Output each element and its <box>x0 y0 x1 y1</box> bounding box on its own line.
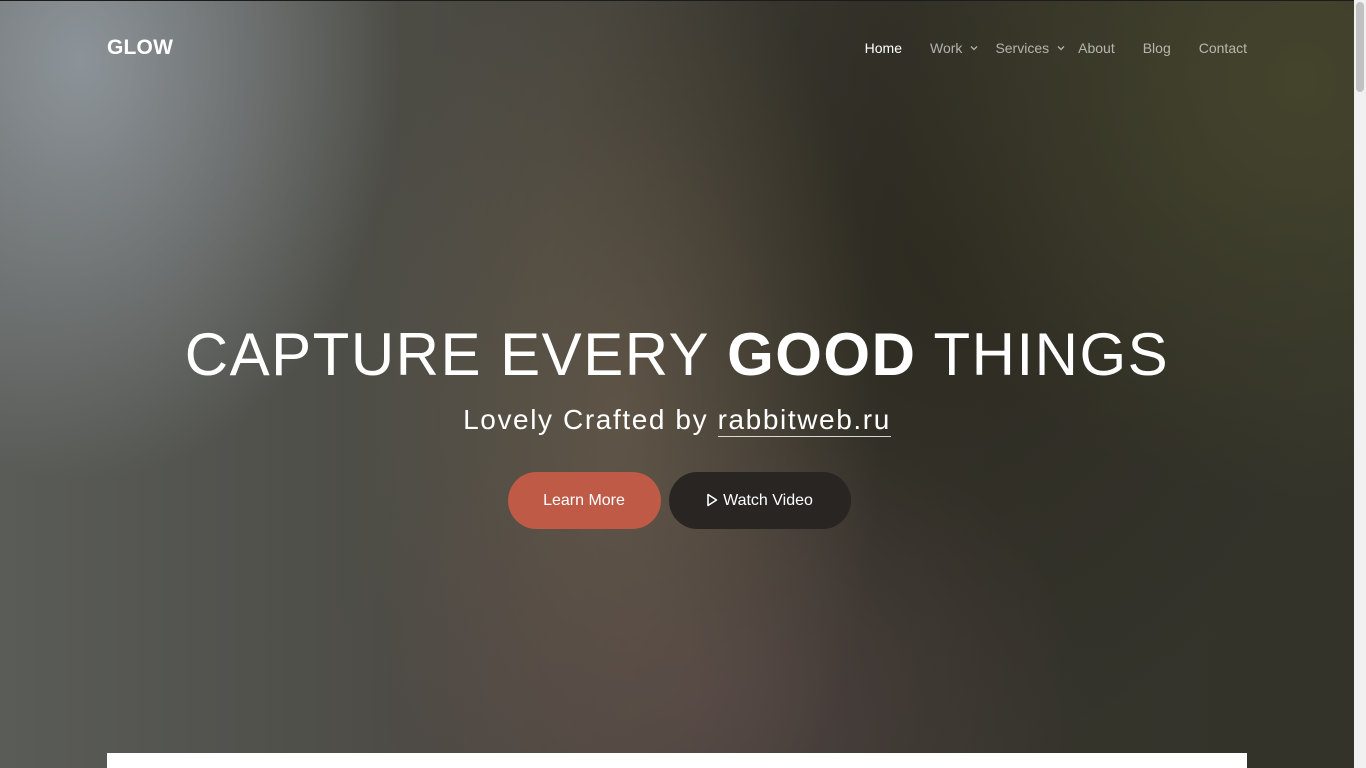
nav-item-label: Work <box>930 40 963 56</box>
button-label: Learn More <box>543 491 625 509</box>
nav-item-blog[interactable]: Blog <box>1143 40 1171 56</box>
nav-item-label: About <box>1078 40 1115 56</box>
site-header: GLOW Home Work Services About Blog Conta… <box>107 28 1247 68</box>
nav-item-about[interactable]: About <box>1078 40 1115 56</box>
top-border <box>0 0 1354 1</box>
nav-item-contact[interactable]: Contact <box>1199 40 1247 56</box>
play-icon <box>707 493 718 506</box>
nav-item-work[interactable]: Work <box>930 40 979 56</box>
headline-bold: GOOD <box>727 321 917 388</box>
scrollbar-thumb[interactable] <box>1356 2 1364 92</box>
headline-part-2: THINGS <box>916 321 1170 388</box>
button-label: Watch Video <box>723 491 813 509</box>
site-logo[interactable]: GLOW <box>107 36 173 60</box>
author-link[interactable]: rabbitweb.ru <box>717 404 891 437</box>
chevron-down-icon <box>970 46 978 51</box>
content-section-top <box>107 753 1247 768</box>
chevron-down-icon <box>1057 46 1065 51</box>
page-scrollbar[interactable] <box>1354 0 1366 768</box>
hero-buttons: Learn More Watch Video <box>0 472 1354 529</box>
nav-item-label: Contact <box>1198 40 1247 56</box>
main-nav: Home Work Services About Blog Contact <box>865 28 1247 68</box>
hero-subline: Lovely Crafted by rabbitweb.ru <box>0 402 1354 438</box>
nav-item-services[interactable]: Services <box>995 40 1066 56</box>
nav-item-label: Services <box>995 40 1050 56</box>
learn-more-button[interactable]: Learn More <box>507 472 661 529</box>
hero-headline: CAPTURE EVERY GOOD THINGS <box>0 322 1354 388</box>
nav-item-label: Home <box>864 40 903 56</box>
watch-video-button[interactable]: Watch Video <box>668 472 851 529</box>
nav-item-home[interactable]: Home <box>865 40 902 56</box>
subline-prefix: Lovely Crafted by <box>463 404 718 435</box>
page: GLOW Home Work Services About Blog Conta… <box>0 0 1366 768</box>
headline-part-1: CAPTURE EVERY <box>184 321 728 388</box>
nav-item-label: Blog <box>1142 40 1171 56</box>
